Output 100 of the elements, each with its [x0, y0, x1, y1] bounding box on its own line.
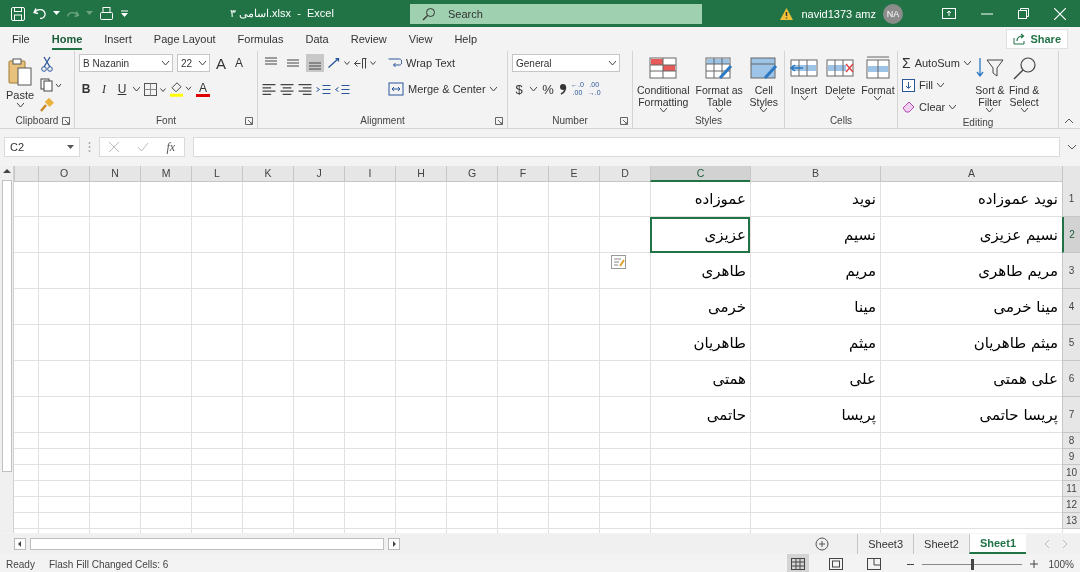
sheet-tab[interactable]: Sheet1 — [968, 534, 1026, 554]
font-name-field[interactable]: B Nazanin — [79, 54, 173, 72]
underline-button[interactable]: U — [115, 82, 129, 96]
fill-button[interactable]: Fill — [902, 75, 971, 95]
ribbon-tab[interactable]: File — [12, 28, 30, 50]
column-header[interactable]: D — [599, 166, 650, 182]
column-header[interactable]: C — [650, 166, 750, 182]
orientation-icon[interactable] — [328, 58, 350, 68]
italic-button[interactable]: I — [97, 81, 111, 97]
launcher-icon[interactable] — [495, 116, 503, 125]
bold-button[interactable]: B — [79, 82, 93, 96]
formula-input[interactable] — [193, 137, 1060, 157]
column-header[interactable]: F — [497, 166, 548, 182]
column-header[interactable]: H — [395, 166, 446, 182]
copy-icon[interactable] — [40, 78, 63, 92]
ribbon-tab[interactable]: Home — [51, 28, 83, 50]
caret-icon[interactable] — [530, 87, 537, 91]
scroll-left-icon[interactable] — [14, 538, 26, 550]
ribbon-button[interactable]: Find & Select — [1008, 53, 1040, 112]
outdent-icon[interactable] — [335, 84, 350, 94]
flash-fill-options-icon[interactable] — [611, 255, 626, 269]
column-header[interactable]: I — [344, 166, 395, 182]
collapse-ribbon-icon[interactable] — [1064, 118, 1074, 124]
column-header[interactable]: G — [446, 166, 497, 182]
cut-icon[interactable] — [40, 56, 55, 72]
merge-center-button[interactable]: Merge & Center — [388, 79, 497, 99]
row-header[interactable]: 12 — [1062, 497, 1080, 513]
row-header[interactable]: 9 — [1062, 449, 1080, 465]
row-header[interactable]: 7 — [1062, 397, 1080, 433]
percent-button[interactable]: % — [541, 81, 555, 97]
add-sheet-icon[interactable] — [815, 537, 830, 551]
expand-caret-icon[interactable] — [1068, 144, 1076, 150]
column-header[interactable]: J — [293, 166, 344, 182]
grow-font-button[interactable]: A — [214, 54, 228, 72]
wrap-text-button[interactable]: Wrap Text — [388, 53, 497, 73]
ribbon-display-icon[interactable] — [942, 8, 956, 19]
close-icon[interactable] — [1054, 7, 1066, 20]
paste-button[interactable]: Paste — [4, 53, 37, 111]
user-name[interactable]: navid1373 amz — [801, 7, 876, 20]
column-header[interactable]: B — [750, 166, 880, 182]
ribbon-tab[interactable]: Data — [305, 28, 329, 50]
undo-icon[interactable] — [33, 8, 46, 19]
caret-icon[interactable] — [53, 11, 60, 16]
column-header[interactable]: M — [140, 166, 191, 182]
row-header[interactable]: 13 — [1062, 513, 1080, 529]
ribbon-tab[interactable]: Help — [454, 28, 478, 50]
insert-function-button[interactable]: fx — [166, 139, 176, 155]
horizontal-align-icon[interactable] — [262, 83, 276, 95]
currency-button[interactable]: $ — [512, 81, 526, 97]
launcher-icon[interactable] — [620, 116, 628, 125]
ribbon-button[interactable]: Format as Table — [695, 53, 743, 112]
column-header[interactable]: K — [242, 166, 293, 182]
row-header[interactable]: 10 — [1062, 465, 1080, 481]
ribbon-button[interactable]: Conditional Formatting — [637, 53, 690, 112]
scroll-right-icon[interactable] — [388, 538, 400, 550]
ribbon-button[interactable]: Delete — [825, 53, 856, 100]
customize-caret-icon[interactable] — [120, 9, 129, 18]
column-header[interactable]: A — [880, 166, 1062, 182]
caret-icon[interactable] — [133, 87, 140, 91]
search-field[interactable]: Search — [410, 3, 702, 24]
indent-icon[interactable] — [316, 84, 331, 94]
row-header[interactable]: 2 — [1062, 217, 1080, 253]
zoom-slider-thumb[interactable] — [971, 558, 975, 570]
horizontal-scrollbar[interactable] — [30, 538, 384, 550]
number-format-field[interactable]: General — [512, 54, 620, 72]
launcher-icon[interactable] — [245, 116, 253, 125]
fill-color-icon[interactable] — [170, 81, 192, 97]
row-header[interactable]: 4 — [1062, 289, 1080, 325]
column-header[interactable]: E — [548, 166, 599, 182]
minimize-icon[interactable] — [981, 12, 993, 15]
zoom-in-icon[interactable] — [1030, 560, 1039, 568]
row-header[interactable]: 1 — [1062, 181, 1080, 217]
row-header[interactable]: 11 — [1062, 481, 1080, 497]
scrollbar-thumb[interactable] — [1, 180, 12, 472]
clear-button[interactable]: Clear — [902, 97, 971, 117]
column-header[interactable]: O — [38, 166, 89, 182]
row-header[interactable]: 8 — [1062, 433, 1080, 449]
shrink-font-button[interactable]: A — [232, 56, 246, 70]
name-box[interactable]: C2 — [4, 137, 80, 157]
zoom-level[interactable]: 100% — [1048, 558, 1074, 570]
ribbon-tab[interactable]: View — [408, 28, 433, 50]
printer-icon[interactable] — [100, 7, 113, 20]
ribbon-button[interactable]: Insert — [789, 53, 819, 100]
page-layout-icon[interactable] — [829, 558, 844, 570]
ribbon-button[interactable]: Sort & Filter — [974, 53, 1005, 112]
share-button[interactable]: Share — [1006, 29, 1068, 49]
comma-style-icon[interactable] — [559, 83, 567, 95]
drag-handle-icon[interactable] — [88, 141, 91, 153]
ribbon-tab[interactable]: Review — [350, 28, 387, 50]
check-icon[interactable] — [136, 142, 149, 152]
ribbon-tab[interactable]: Page Layout — [153, 28, 216, 50]
row-header[interactable]: 5 — [1062, 325, 1080, 361]
row-header[interactable]: 3 — [1062, 253, 1080, 289]
ribbon-button[interactable]: Format — [861, 53, 895, 100]
ribbon-button[interactable]: Cell Styles — [748, 53, 779, 112]
font-color-button[interactable]: A — [196, 81, 210, 97]
horizontal-align-icon[interactable] — [298, 83, 312, 95]
autosum-button[interactable]: Σ AutoSum — [902, 53, 971, 73]
horizontal-align-icon[interactable] — [280, 83, 294, 95]
ribbon-tab[interactable]: Insert — [104, 28, 132, 50]
